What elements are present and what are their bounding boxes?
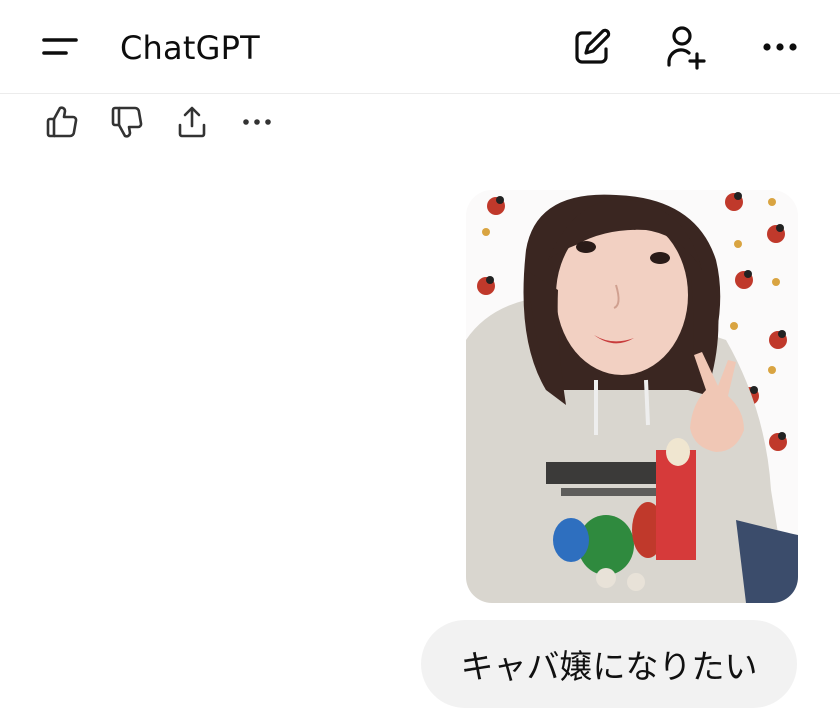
good-response-button[interactable] <box>40 100 84 144</box>
chat-screen: ChatGPT キャバ嬢になりたい <box>0 0 840 720</box>
user-message-text: キャバ嬢になりたい <box>460 647 758 686</box>
more-options-button[interactable] <box>752 19 808 75</box>
app-title: ChatGPT <box>120 29 260 67</box>
more-icon <box>243 119 271 125</box>
add-people-button[interactable] <box>658 19 714 75</box>
top-app-bar: ChatGPT <box>0 0 840 94</box>
selfie-image <box>466 190 798 603</box>
uploaded-photo[interactable] <box>466 190 798 603</box>
menu-icon <box>42 38 78 55</box>
menu-button[interactable] <box>32 19 88 75</box>
response-actions <box>40 100 300 144</box>
add-person-icon <box>667 26 706 70</box>
new-chat-icon <box>575 28 611 64</box>
bad-response-button[interactable] <box>105 100 149 144</box>
thumbs-up-icon <box>46 106 78 138</box>
response-more-button[interactable] <box>235 100 279 144</box>
share-button[interactable] <box>170 100 214 144</box>
share-icon <box>178 106 206 138</box>
more-icon <box>763 43 797 51</box>
user-message-bubble: キャバ嬢になりたい <box>421 620 797 708</box>
thumbs-down-icon <box>111 106 143 138</box>
new-chat-button[interactable] <box>564 19 620 75</box>
